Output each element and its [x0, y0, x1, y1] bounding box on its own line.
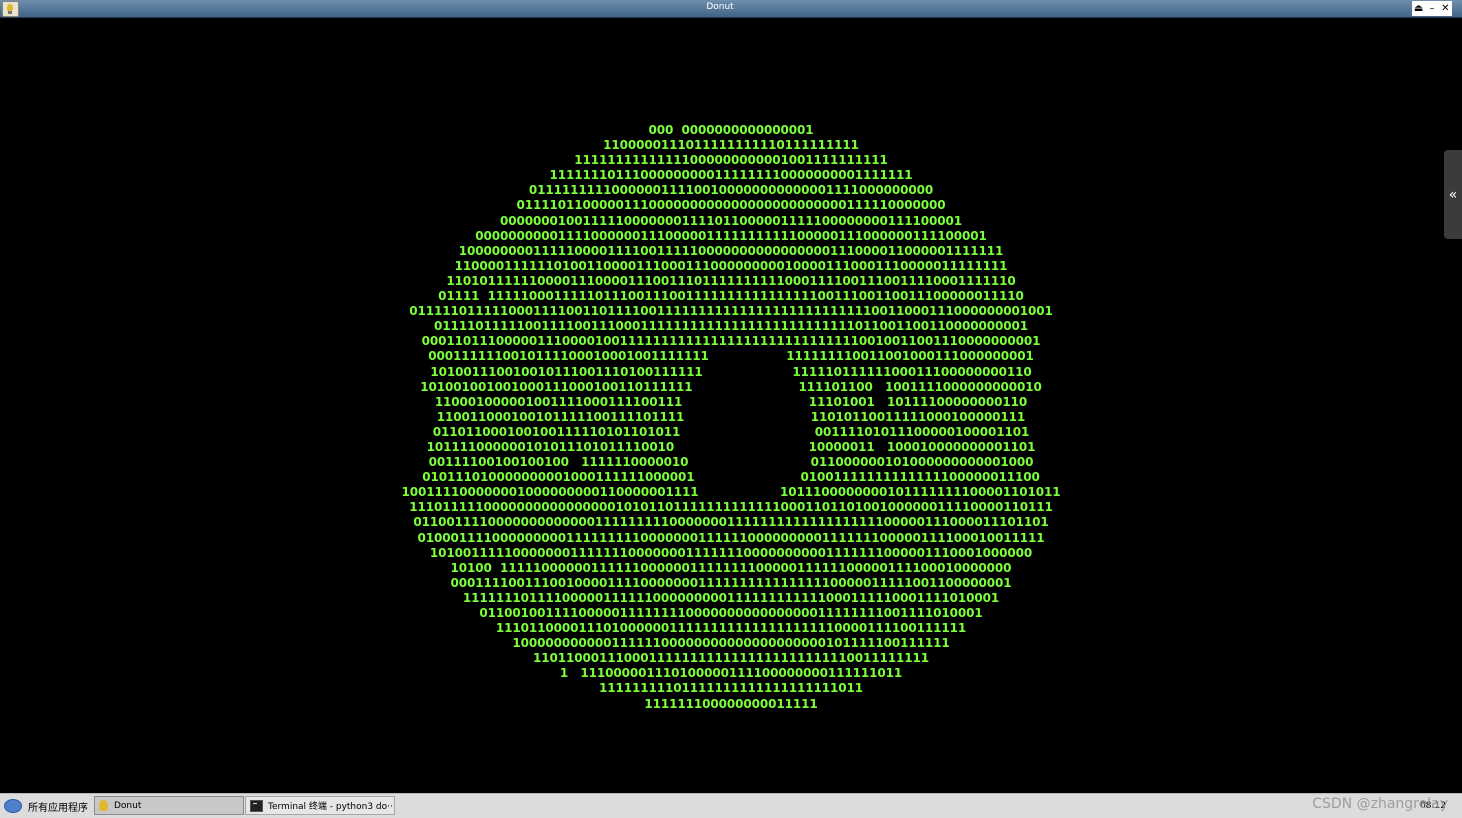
donut-row: 0001101110000011100001001111111111111111… — [421, 334, 1041, 349]
donut-row: 1010011111000000011111110000000111111100… — [429, 545, 1033, 560]
donut-row: 00111100100100100 1111110000010 01100000… — [428, 455, 1034, 470]
task-label: Donut — [114, 800, 142, 811]
donut-row: 0111111111000000111100100000000000001111… — [528, 183, 934, 198]
donut-row: 1110110000111010000001111111111111111111… — [495, 621, 967, 636]
donut-row: 11111111101111111111111111111011 — [599, 681, 863, 696]
donut-row: 1101011111100001110000111001110111111111… — [446, 273, 1016, 288]
donut-row: 1111111011100000000011111111000000000111… — [549, 168, 913, 183]
lamp-icon — [99, 800, 108, 811]
donut-row: 01111 1111100011111011100111001111111111… — [438, 289, 1024, 304]
donut-row: 1100000111011111111110111111111 — [603, 138, 859, 153]
donut-row: 11111111111111000000000001001111111111 — [574, 153, 888, 168]
donut-row: 0001111001110010000111100000001111111111… — [450, 575, 1012, 590]
shade-button[interactable]: ⏏ — [1413, 1, 1425, 16]
window-title: Donut — [706, 2, 734, 12]
start-menu-button[interactable]: 所有应用程序 — [4, 797, 88, 815]
donut-row: 101001110010010111001110100111111 111110… — [430, 364, 1032, 379]
donut-row: 1111111011110000011111100000000011111111… — [462, 590, 1000, 605]
donut-row: 000 0000000000000001 — [648, 123, 814, 137]
window-titlebar[interactable]: Donut ⏏ – ✕ — [0, 0, 1462, 18]
donut-row: 1101100011100011111111111111111111111100… — [533, 651, 929, 666]
donut-row: 0000000000111100000011100000111111111110… — [475, 228, 987, 243]
window-controls: ⏏ – ✕ — [1412, 1, 1452, 16]
donut-row: 010111010000000001000111111000001 010011… — [422, 470, 1040, 485]
ascii-donut: 000 0000000000000001 11000001110111111111… — [0, 123, 1462, 712]
close-button[interactable]: ✕ — [1439, 1, 1451, 16]
donut-row: 1100001111110100110000111000111000000000… — [454, 258, 1008, 273]
donut-row: 0111101100000111000000000000000000000000… — [516, 198, 946, 213]
donut-row: 1110111110000000000000000101011011111111… — [409, 500, 1053, 515]
task-donut[interactable]: Donut — [94, 796, 244, 815]
donut-row: 101111000000101011101011110010 10000011 … — [426, 439, 1036, 454]
donut-row: 0110010011110000011111111000000000000000… — [479, 606, 983, 620]
donut-row: 0000000100111110000000111101100000111110… — [500, 213, 962, 228]
watermark: CSDN @zhangrelay — [1312, 796, 1448, 812]
minimize-button[interactable]: – — [1426, 1, 1438, 16]
donut-row: 101001001001000111000100110111111 111101… — [420, 379, 1042, 394]
donut-row: 0111101111100111100111000111111111111111… — [434, 319, 1028, 334]
task-terminal[interactable]: Terminal 终端 - python3 do··· — [245, 796, 395, 815]
donut-row: 10100 1111100000011111100000011111111000… — [450, 560, 1012, 575]
donut-row: 110011000100101111100111101111 110101100… — [436, 409, 1026, 424]
donut-row: 0110011110000000000000111111111000000011… — [413, 515, 1049, 530]
donut-row: 0001111110010111100010001001111111 11111… — [428, 349, 1034, 364]
donut-row: 011011000100100111110101101011 001111010… — [432, 424, 1030, 439]
donut-row: 0100011110000000001111111110000000111111… — [417, 530, 1045, 545]
donut-row: 1000000001111100001111001111100000000000… — [458, 243, 1004, 258]
donut-row: 0111110111110001111001101111001111111111… — [409, 304, 1053, 319]
donut-row: 111111100000000011111 — [644, 696, 818, 711]
task-label: Terminal 终端 - python3 do··· — [268, 802, 395, 812]
start-menu-icon — [4, 799, 22, 813]
donut-row: 1000000000001111110000000000000000000010… — [512, 636, 950, 651]
donut-row: 1 11100000111010000011110000000011111101… — [559, 666, 903, 681]
taskbar: 所有应用程序 Donut Terminal 终端 - python3 do···… — [0, 793, 1462, 818]
donut-row: 110001000001001111000111100111 11101001 … — [434, 394, 1028, 409]
start-menu-label: 所有应用程序 — [28, 802, 88, 814]
terminal-icon — [250, 799, 263, 812]
donut-row: 100111100000001000000000110000001111 101… — [401, 485, 1061, 500]
